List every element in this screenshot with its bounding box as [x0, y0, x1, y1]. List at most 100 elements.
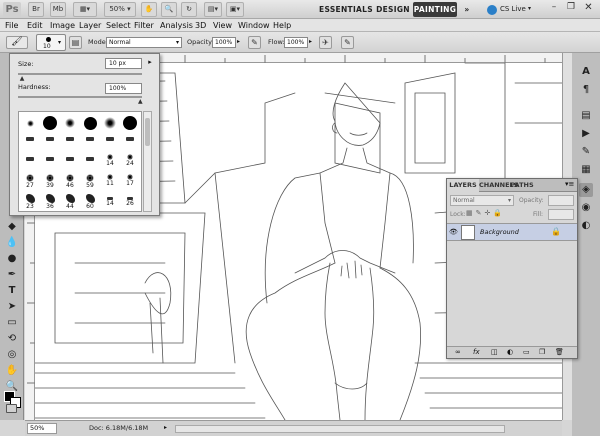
layer-row-background[interactable]: 👁 Background 🔒: [447, 223, 577, 241]
screen-mode-button[interactable]: ▣▾: [226, 2, 244, 17]
brush-panel-toggle[interactable]: ▤: [69, 36, 82, 49]
brush-preset[interactable]: 39: [41, 174, 59, 192]
blend-mode-select[interactable]: Normal ▾: [450, 195, 514, 206]
presets-scrollbar[interactable]: [143, 111, 152, 212]
workspace-essentials[interactable]: ESSENTIALS: [318, 2, 374, 17]
airbrush-button[interactable]: ✈: [319, 36, 332, 49]
hardness-slider-thumb[interactable]: ▲: [138, 98, 143, 105]
zoom-tool-button[interactable]: 🔍: [161, 2, 177, 17]
brush-preset[interactable]: [21, 154, 39, 172]
workspace-design[interactable]: DESIGN: [376, 2, 410, 17]
menu-edit[interactable]: Edit: [27, 19, 43, 32]
brush-preset-picker[interactable]: 10 ▾: [36, 34, 66, 51]
bridge-button[interactable]: Br: [28, 2, 44, 17]
3d-rotate-tool-icon[interactable]: ⟲: [5, 332, 19, 345]
tablet-opacity-pressure-button[interactable]: ✎: [248, 36, 261, 49]
presets-scroll-thumb[interactable]: [145, 118, 150, 146]
brush-preset[interactable]: 44: [61, 194, 79, 211]
brush-preset[interactable]: 26: [121, 194, 139, 211]
character-panel-icon[interactable]: A: [579, 65, 593, 79]
layers-panel-icon[interactable]: ◈: [579, 183, 593, 197]
brush-preset[interactable]: [61, 154, 79, 172]
zoom-level-dropdown[interactable]: 50% ▾: [104, 2, 136, 17]
link-layers-icon[interactable]: ∞: [455, 348, 461, 356]
hardness-field[interactable]: 100%: [105, 83, 142, 94]
trash-icon[interactable]: 🗑: [555, 348, 564, 356]
brush-preset[interactable]: 36: [41, 194, 59, 211]
brush-preset[interactable]: 59: [81, 174, 99, 192]
brush-presets-icon[interactable]: ▦: [579, 163, 593, 177]
pen-tool-icon[interactable]: ✒: [5, 268, 19, 281]
brush-preset[interactable]: [41, 134, 59, 152]
quick-mask-icon[interactable]: [6, 404, 17, 413]
menu-image[interactable]: Image: [50, 19, 75, 32]
brush-preset[interactable]: 27: [21, 174, 39, 192]
brush-preset[interactable]: 17: [121, 174, 139, 192]
brush-preset[interactable]: 23: [21, 194, 39, 211]
brush-preset[interactable]: 60: [81, 194, 99, 211]
hand-tool-button[interactable]: ✋: [141, 2, 157, 17]
brush-preset[interactable]: [81, 154, 99, 172]
tool-presets-icon[interactable]: ✎: [579, 145, 593, 159]
menu-analysis[interactable]: Analysis: [160, 19, 193, 32]
menu-filter[interactable]: Filter: [134, 19, 154, 32]
brush-preset[interactable]: [21, 134, 39, 152]
tab-paths[interactable]: PATHS: [509, 179, 535, 192]
menu-select[interactable]: Select: [106, 19, 131, 32]
brush-preset[interactable]: [21, 114, 39, 132]
hand-tool-icon[interactable]: ✋: [5, 364, 19, 377]
cs-live-menu[interactable]: CS Live: [500, 5, 526, 13]
flow-slider-arrow-icon[interactable]: ▸: [309, 38, 312, 45]
arrange-documents-button[interactable]: ▤▾: [204, 2, 222, 17]
new-layer-icon[interactable]: ❐: [539, 348, 545, 356]
view-extras-button[interactable]: ▦▾: [73, 2, 97, 17]
brush-preset[interactable]: [121, 114, 139, 132]
group-icon[interactable]: ▭: [523, 348, 530, 356]
brush-preset[interactable]: 11: [101, 174, 119, 192]
lock-icons[interactable]: ▦✎✛🔒: [466, 209, 505, 217]
panel-menu-icon[interactable]: ▾≡: [565, 180, 574, 188]
blur-tool-icon[interactable]: 💧: [5, 236, 19, 249]
rotate-view-button[interactable]: ↻: [181, 2, 197, 17]
layer-opacity-field[interactable]: [548, 195, 574, 206]
layer-name[interactable]: Background: [480, 228, 519, 236]
fill-field[interactable]: [548, 209, 574, 220]
opacity-slider-arrow-icon[interactable]: ▸: [237, 38, 240, 45]
paragraph-panel-icon[interactable]: ¶: [579, 83, 593, 97]
brush-preset[interactable]: 14: [101, 194, 119, 211]
brush-preset[interactable]: [81, 114, 99, 132]
menu-help[interactable]: Help: [273, 19, 291, 32]
actions-panel-icon[interactable]: ▶: [579, 127, 593, 141]
tool-preset-picker[interactable]: 🖌: [6, 36, 28, 49]
size-slider-track[interactable]: [18, 73, 142, 75]
tablet-size-pressure-button[interactable]: ✎: [341, 36, 354, 49]
opacity-field[interactable]: 100%: [212, 37, 236, 48]
tab-channels[interactable]: CHANNELS: [479, 179, 518, 192]
adjustment-layer-icon[interactable]: ◐: [507, 348, 513, 356]
minimize-icon[interactable]: –: [547, 2, 561, 15]
shape-tool-icon[interactable]: ▭: [5, 316, 19, 329]
history-panel-icon[interactable]: ▤: [579, 109, 593, 123]
paths-panel-icon[interactable]: ◐: [579, 219, 593, 233]
brush-preset[interactable]: [81, 134, 99, 152]
brush-preset[interactable]: [101, 114, 119, 132]
paint-bucket-tool-icon[interactable]: ◆: [5, 220, 19, 233]
restore-icon[interactable]: ❐: [564, 2, 578, 15]
3d-orbit-tool-icon[interactable]: ◎: [5, 348, 19, 361]
brush-preset[interactable]: [101, 134, 119, 152]
brush-preset[interactable]: 46: [61, 174, 79, 192]
layer-style-icon[interactable]: fx: [473, 348, 480, 356]
dodge-tool-icon[interactable]: ●: [5, 252, 19, 265]
horizontal-scrollbar[interactable]: [175, 425, 505, 433]
eye-icon[interactable]: 👁: [449, 228, 459, 237]
path-selection-tool-icon[interactable]: ➤: [5, 300, 19, 313]
menu-layer[interactable]: Layer: [79, 19, 101, 32]
flow-field[interactable]: 100%: [284, 37, 308, 48]
minibridge-button[interactable]: Mb: [50, 2, 66, 17]
zoom-field[interactable]: 50%: [27, 423, 57, 434]
menu-window[interactable]: Window: [238, 19, 270, 32]
size-field[interactable]: 10 px: [105, 58, 142, 69]
menu-3d[interactable]: 3D: [195, 19, 206, 32]
channels-panel-icon[interactable]: ◉: [579, 201, 593, 215]
close-icon[interactable]: ✕: [581, 2, 596, 15]
